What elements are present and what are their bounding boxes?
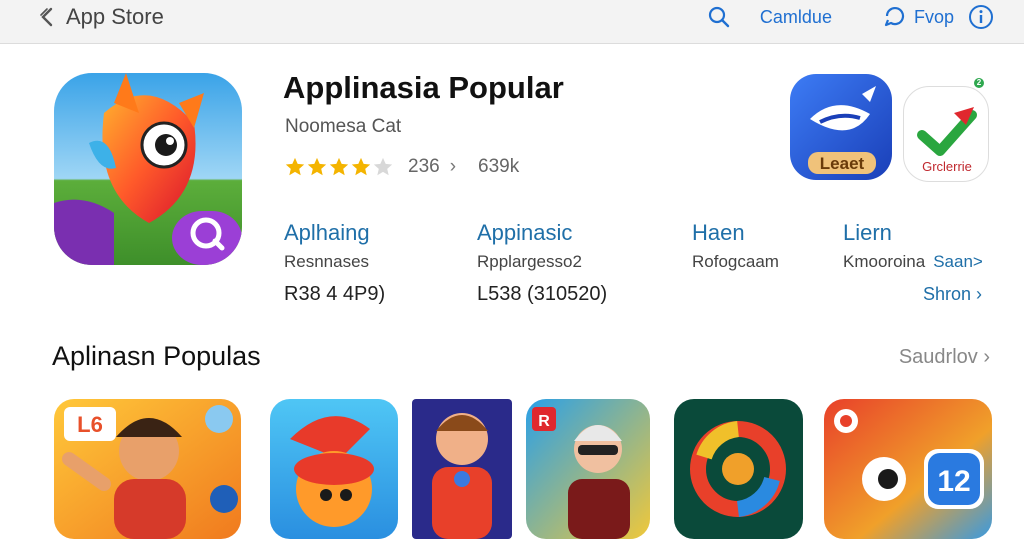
star-filled-icon [329, 157, 349, 176]
side-app-1[interactable]: Leaet [790, 74, 892, 180]
chat-icon[interactable] [882, 4, 908, 30]
rating-count: 236 [408, 156, 440, 177]
show-link-label: Shron [923, 284, 972, 304]
info-column-sub-text: Kmooroina [843, 252, 926, 271]
tile-badge: R [538, 413, 550, 430]
rating-row: 236 › 639k [284, 156, 519, 178]
search-label[interactable]: Camldue [760, 7, 832, 28]
star-filled-icon [285, 157, 305, 176]
star-rating [284, 156, 394, 178]
app-tile[interactable] [412, 399, 512, 539]
featured-title: Applinasia Popular [283, 70, 564, 105]
back-button[interactable]: App Store [36, 4, 164, 30]
app-tile[interactable] [674, 399, 803, 539]
back-chevron-icon [40, 7, 53, 27]
info-column-sub: Resnnases [284, 252, 370, 271]
search-icon[interactable] [706, 4, 732, 30]
info-column-title[interactable]: Haen [692, 220, 779, 246]
info-column-title[interactable]: Liern [843, 220, 983, 246]
info-columns: Aplhaing Resnnases R38 4 4P9) Appinasic … [0, 220, 1024, 310]
info-column-3: Haen Rofogcaam [692, 220, 779, 272]
info-column-2: Appinasic Rpplargesso2 L538 (310520) [477, 220, 607, 306]
side-app-label: Grclerrie [922, 159, 972, 174]
star-filled-icon [351, 157, 371, 176]
app-tile[interactable]: R [526, 399, 650, 539]
featured-developer[interactable]: Noomesa Cat [285, 116, 401, 138]
info-icon[interactable] [968, 4, 994, 30]
side-app-2[interactable]: Grclerrie [903, 86, 989, 182]
info-column-sub: Rpplargesso2 [477, 252, 582, 271]
app-tile[interactable]: 12 [824, 399, 992, 539]
info-column-title[interactable]: Appinasic [477, 220, 607, 246]
see-all-link[interactable]: Saudrlov › [899, 346, 990, 369]
account-label[interactable]: Fvop [914, 7, 954, 28]
star-empty-icon [373, 157, 393, 176]
download-count: 639k [478, 156, 520, 177]
side-app-label: Leaet [820, 154, 865, 173]
info-column-sub: Rofogcaam [692, 252, 779, 271]
info-column-1: Aplhaing Resnnases R38 4 4P9) [284, 220, 385, 306]
section-title: Aplinasn Populas [52, 341, 261, 371]
app-tile[interactable]: L6 [54, 399, 241, 539]
show-link[interactable]: Shron › [923, 284, 983, 305]
star-filled-icon [307, 157, 327, 176]
back-label: App Store [66, 4, 164, 29]
rating-chevron-icon: › [449, 156, 457, 177]
top-actions: Camldue Fvop [706, 4, 994, 30]
info-column-title[interactable]: Aplhaing [284, 220, 385, 246]
app-tile[interactable] [270, 399, 398, 539]
info-column-4: Liern Kmooroina Saan> Shron › [843, 220, 983, 305]
tile-badge: 12 [937, 465, 970, 498]
notification-badge: 2 [972, 76, 986, 90]
info-column-value: R38 4 4P9) [284, 283, 386, 305]
tile-badge: L6 [77, 412, 103, 437]
info-column-value: L538 (310520) [477, 283, 608, 305]
top-bar: App Store Camldue Fvop [0, 0, 1024, 44]
info-column-sub: Kmooroina Saan> [843, 252, 983, 272]
see-all-label: Saudrlov [898, 346, 978, 368]
see-more-link[interactable]: Saan> [933, 252, 983, 271]
